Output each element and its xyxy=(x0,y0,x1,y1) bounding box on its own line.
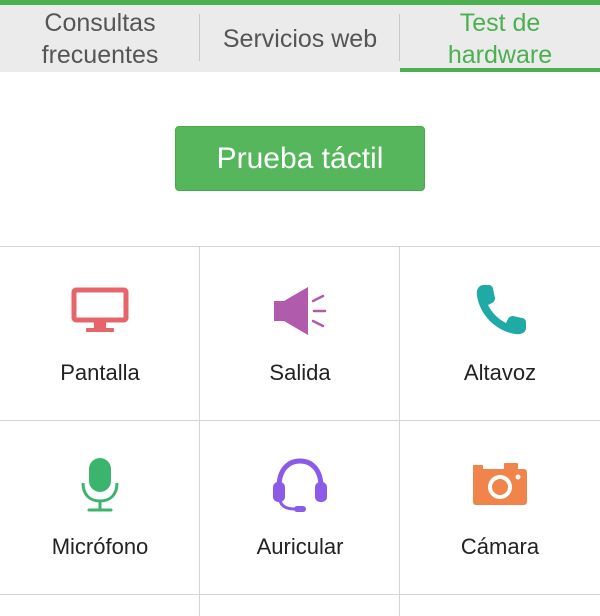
tab-test-de-hardware[interactable]: Test de hardware xyxy=(400,5,600,72)
test-item-microfono[interactable]: Micrófono xyxy=(0,421,200,595)
tab-label: Servicios web xyxy=(222,24,378,53)
test-item-auricular[interactable]: Auricular xyxy=(200,421,400,595)
tab-servicios-web[interactable]: Servicios web xyxy=(200,5,400,72)
test-item-label: Auricular xyxy=(256,534,344,559)
test-item-salida[interactable]: Salida xyxy=(200,247,400,421)
hardware-test-grid: Pantalla Salida Altavoz Micrófono Auricu… xyxy=(0,246,600,616)
test-item-label: Cámara xyxy=(460,534,540,559)
test-item-altavoz[interactable]: Altavoz xyxy=(400,247,600,421)
microphone-icon xyxy=(70,455,130,515)
test-item-partial[interactable] xyxy=(0,595,200,616)
camera-icon xyxy=(470,455,530,515)
test-item-pantalla[interactable]: Pantalla xyxy=(0,247,200,421)
test-item-partial[interactable] xyxy=(400,595,600,616)
monitor-icon xyxy=(70,281,130,341)
tab-bar: Consultas frecuentes Servicios web Test … xyxy=(0,5,600,72)
speaker-icon xyxy=(270,281,330,341)
tab-label: Test de hardware xyxy=(447,8,553,69)
test-item-label: Pantalla xyxy=(60,360,140,385)
test-item-camara[interactable]: Cámara xyxy=(400,421,600,595)
test-item-label: Altavoz xyxy=(463,360,537,385)
touch-test-button[interactable]: Prueba táctil xyxy=(175,126,425,191)
phone-icon xyxy=(470,281,530,341)
tab-label: Consultas frecuentes xyxy=(41,8,159,69)
test-item-label: Micrófono xyxy=(51,534,149,559)
headset-icon xyxy=(270,455,330,515)
tab-consultas-frecuentes[interactable]: Consultas frecuentes xyxy=(0,5,200,72)
test-item-label: Salida xyxy=(269,360,331,385)
test-item-partial[interactable] xyxy=(200,595,400,616)
